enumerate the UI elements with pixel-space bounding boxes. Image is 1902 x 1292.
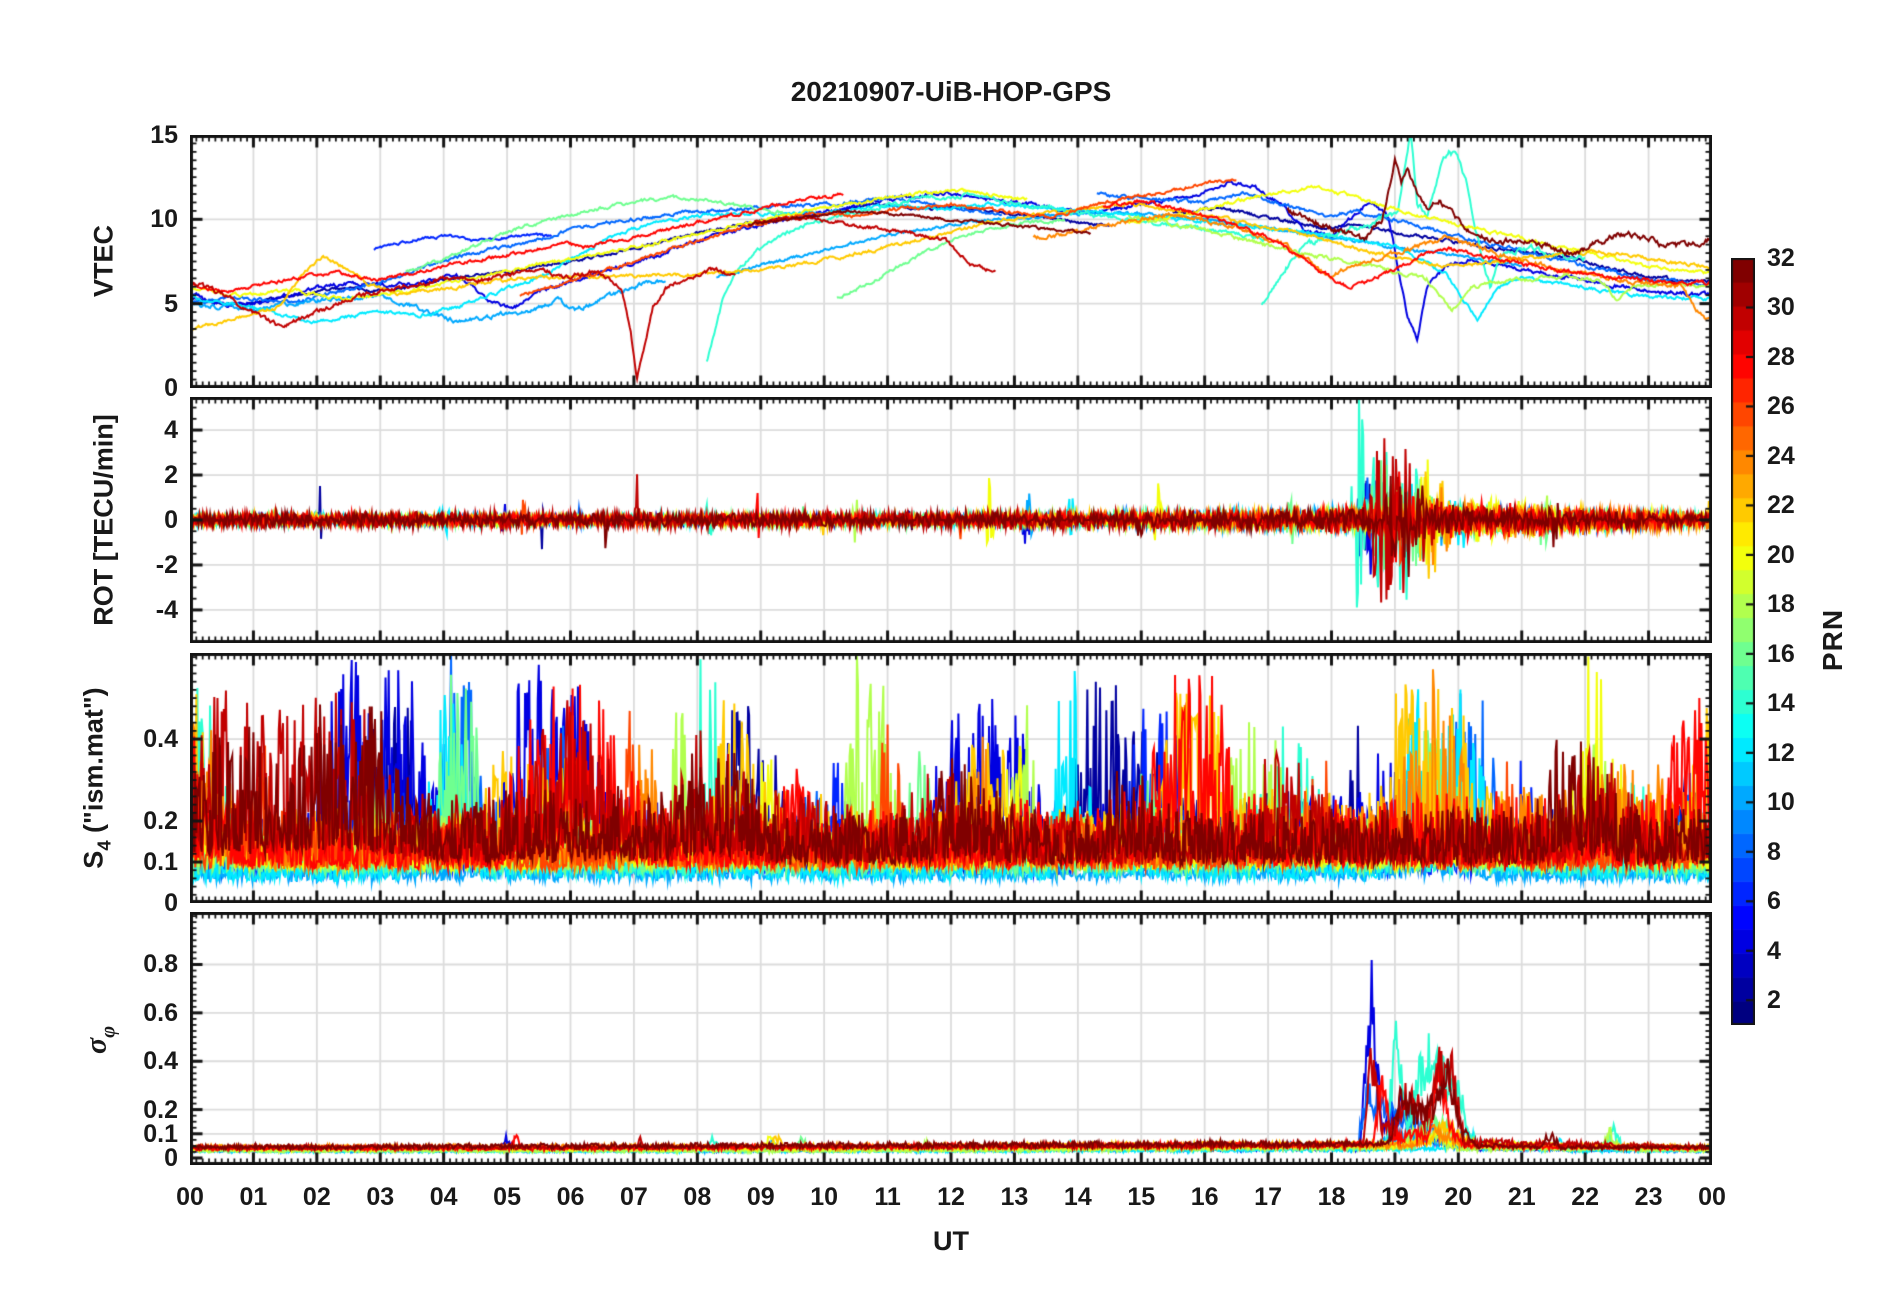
x-tick-label: 05	[493, 1183, 521, 1211]
x-tick-label: 06	[556, 1183, 585, 1211]
x-tick-label: 19	[1381, 1183, 1409, 1211]
prn-colorbar-tick-label: 18	[1767, 590, 1795, 619]
x-tick-label: 12	[937, 1183, 965, 1211]
rot-y-tick-label: 2	[164, 461, 178, 490]
x-tick-label: 04	[429, 1183, 458, 1211]
prn-colorbar-tick-label: 26	[1767, 392, 1795, 421]
rot-y-tick-label: -4	[155, 595, 178, 624]
s4-y-tick-label: 0	[164, 889, 178, 917]
rot-y-tick-label: -2	[155, 550, 178, 579]
prn-colorbar-tick-label: 8	[1767, 837, 1781, 866]
prn-colorbar-tick-label: 10	[1767, 788, 1795, 817]
vtec-y-tick-label: 0	[164, 374, 178, 402]
x-tick-label: 22	[1571, 1183, 1600, 1211]
x-tick-label: 17	[1254, 1183, 1282, 1211]
figure-title: 20210907-UiB-HOP-GPS	[790, 76, 1112, 107]
x-tick-label: 16	[1190, 1183, 1219, 1211]
sigma_phi-y-tick-label: 0.4	[143, 1047, 178, 1076]
vtec-y-tick-label: 5	[164, 289, 178, 318]
x-tick-label: 13	[1000, 1183, 1029, 1211]
vtec-y-tick-label: 15	[150, 121, 178, 149]
prn-colorbar-tick-label: 14	[1767, 689, 1795, 718]
x-tick-label: 00	[176, 1183, 204, 1211]
x-tick-label: 01	[239, 1183, 268, 1211]
sigma_phi-y-tick-label: 0.6	[143, 998, 178, 1027]
x-tick-label: 02	[302, 1183, 331, 1211]
x-tick-label: 07	[620, 1183, 648, 1211]
x-tick-label: 03	[366, 1183, 395, 1211]
prn-colorbar-tick-label: 24	[1767, 441, 1795, 470]
prn-colorbar-tick-label: 4	[1767, 936, 1781, 965]
prn-colorbar-tick-label: 32	[1767, 244, 1795, 272]
vtec-plot-area	[190, 135, 1712, 388]
x-tick-label: 15	[1127, 1183, 1156, 1211]
x-tick-label: 21	[1507, 1183, 1536, 1211]
prn-colorbar-tick-label: 20	[1767, 540, 1795, 569]
prn-colorbar-tick-label: 2	[1767, 986, 1781, 1015]
x-tick-label: 23	[1634, 1183, 1663, 1211]
sigma_phi-y-tick-label: 0.2	[143, 1095, 178, 1124]
x-tick-label: 20	[1444, 1183, 1473, 1211]
s4-y-tick-label: 0.1	[143, 848, 178, 877]
s4-y-tick-label: 0.2	[143, 807, 178, 836]
prn-colorbar-tick-label: 30	[1767, 293, 1795, 322]
sigma_phi-y-tick-label: 0.8	[143, 950, 178, 979]
x-tick-label: 18	[1317, 1183, 1346, 1211]
rot-y-tick-label: 0	[164, 506, 178, 534]
x-tick-label: 08	[683, 1183, 712, 1211]
s4-axis-label: S4 ("ism.mat")	[78, 687, 115, 869]
vtec-axis-label: VTEC	[88, 224, 119, 298]
prn-colorbar-tick-label: 28	[1767, 342, 1795, 371]
s4-y-tick-label: 0.4	[143, 725, 178, 754]
prn-colorbar-tick-label: 12	[1767, 738, 1795, 767]
figure: 20210907-UiB-HOP-GPS VTEC ROT [TECU/min]…	[0, 0, 1902, 1292]
rot-plot-area	[190, 397, 1712, 643]
s4-plot-area	[190, 653, 1712, 903]
prn-colorbar	[1731, 258, 1755, 1025]
rot-y-tick-label: 4	[164, 416, 178, 445]
sigma-phi-plot-area	[190, 912, 1712, 1165]
prn-colorbar-tick-label: 16	[1767, 639, 1795, 668]
ut-axis-label: UT	[933, 1226, 969, 1256]
x-tick-label: 00	[1698, 1183, 1726, 1211]
x-tick-label: 11	[874, 1183, 901, 1211]
x-tick-label: 09	[746, 1183, 775, 1211]
x-tick-label: 10	[810, 1183, 839, 1211]
prn-colorbar-tick-label: 22	[1767, 491, 1795, 520]
prn-colorbar-tick-label: 6	[1767, 887, 1781, 916]
vtec-y-tick-label: 10	[150, 205, 178, 234]
x-tick-label: 14	[1063, 1183, 1092, 1211]
